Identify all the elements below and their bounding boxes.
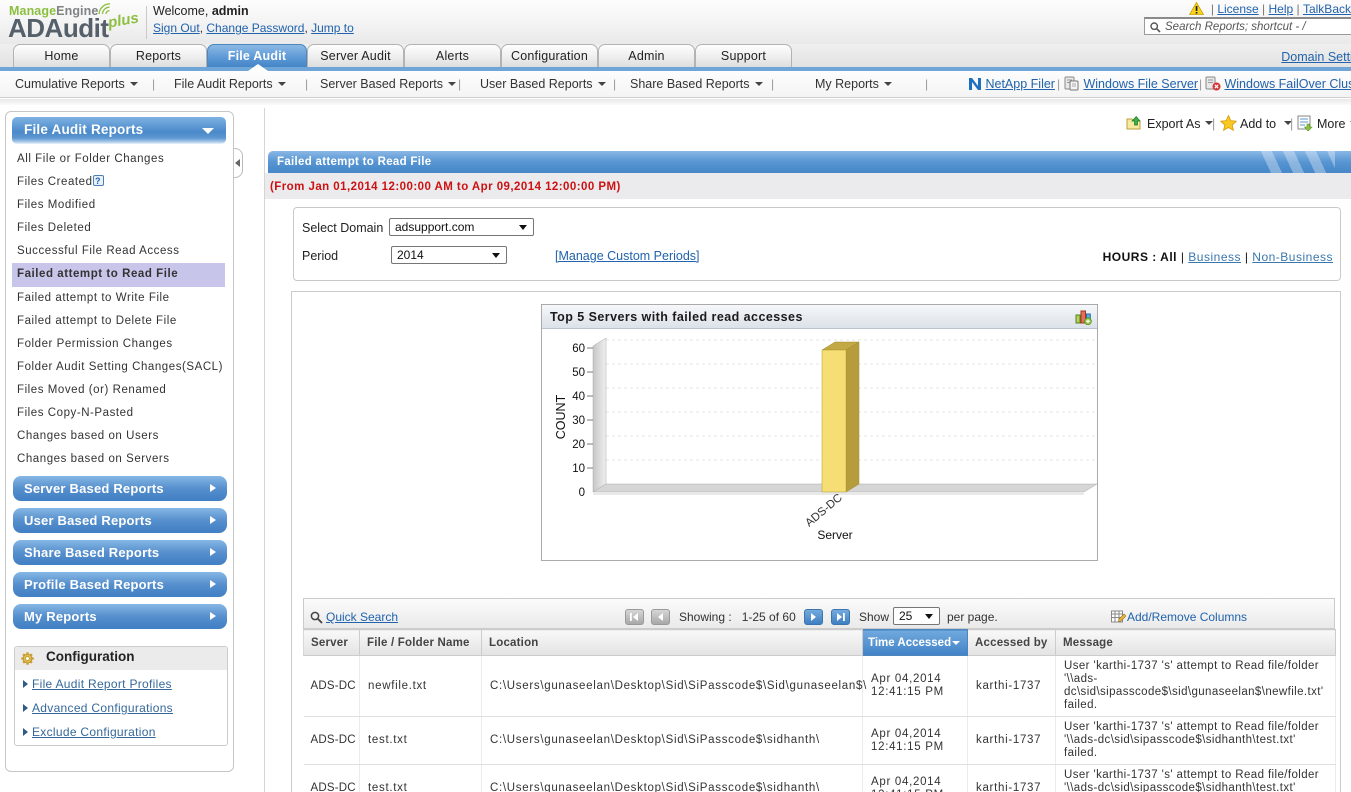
svg-text:10: 10 (572, 463, 585, 475)
svg-text:60: 60 (572, 343, 585, 355)
svg-text:0: 0 (579, 487, 585, 499)
svg-text:30: 30 (572, 415, 585, 427)
svg-text:Server: Server (817, 528, 852, 542)
svg-text:COUNT: COUNT (554, 394, 568, 439)
svg-text:ADS-DC: ADS-DC (803, 492, 844, 530)
svg-text:50: 50 (572, 367, 585, 379)
svg-text:20: 20 (572, 439, 585, 451)
svg-text:40: 40 (572, 391, 585, 403)
